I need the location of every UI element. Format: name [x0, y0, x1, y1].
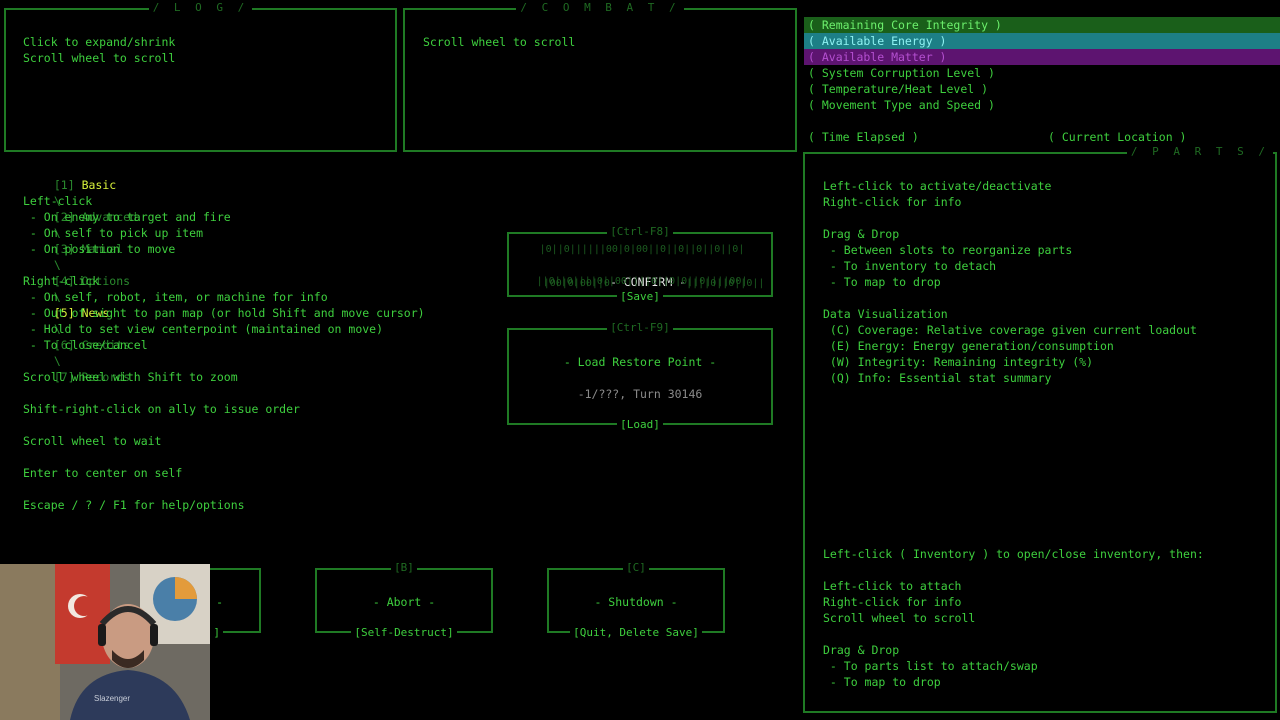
tab-basic[interactable]: [1] Basic [54, 178, 116, 192]
abort-label: - Abort - [372, 595, 436, 609]
parts-line: - To map to drop [823, 275, 941, 289]
help-content: Left-click - On enemy to target and fire… [23, 193, 425, 513]
parts-line: Drag & Drop [823, 227, 900, 241]
help-line [23, 417, 425, 433]
inventory-line: Left-click to attach [823, 579, 962, 593]
inventory-line: Scroll wheel to scroll [823, 611, 976, 625]
combat-title: / C O M B A T / [405, 1, 795, 15]
log-line-2: Scroll wheel to scroll [23, 51, 176, 65]
stat-available-matter[interactable]: ( Available Matter ) [804, 49, 1280, 65]
load-shortcut: [Ctrl-F9] [509, 321, 771, 335]
help-line [23, 353, 425, 369]
load-title: - Load Restore Point - [563, 355, 717, 369]
help-line: - To close/cancel [23, 338, 148, 352]
help-line: Left-click [23, 194, 93, 208]
parts-line: Right-click for info [823, 195, 962, 209]
parts-line: (Q) Info: Essential stat summary [823, 371, 1052, 385]
inventory-line: - To parts list to attach/swap [823, 659, 1038, 673]
shutdown-button[interactable]: [C] - Shutdown - [Quit, Delete Save] [547, 561, 725, 639]
help-line [23, 257, 425, 273]
stat-current-location[interactable]: ( Current Location ) [1048, 129, 1186, 145]
parts-line [823, 210, 1197, 226]
parts-line: Left-click to activate/deactivate [823, 179, 1052, 193]
parts-line: (E) Energy: Energy generation/consumptio… [823, 339, 1114, 353]
help-line: Right-click [23, 274, 100, 288]
save-shortcut: [Ctrl-F8] [509, 225, 771, 239]
combat-panel[interactable]: / C O M B A T / Scroll wheel to scroll [403, 1, 797, 152]
log-title: / L O G / [6, 1, 395, 15]
help-line [23, 385, 425, 401]
stat-time-elapsed[interactable]: ( Time Elapsed ) [808, 129, 919, 145]
parts-line [823, 290, 1197, 306]
save-label: [Save] [509, 290, 771, 304]
parts-line: - Between slots to reorganize parts [823, 243, 1073, 257]
inventory-line: Left-click ( Inventory ) to open/close i… [823, 547, 1204, 561]
webcam-shirt-text: Slazenger [94, 694, 131, 703]
inventory-line [823, 562, 1204, 578]
log-panel[interactable]: / L O G / Click to expand/shrink Scroll … [4, 1, 397, 152]
parts-line: Data Visualization [823, 307, 948, 321]
stat-movement[interactable]: ( Movement Type and Speed ) [804, 97, 1280, 113]
abort-shortcut: [B] [317, 561, 491, 575]
save-noise: ||0||0||||0||00||||0||0|0||0||||00| [536, 276, 748, 287]
help-line: - On self, robot, item, or machine for i… [23, 290, 328, 304]
help-line: - On position to move [23, 242, 176, 256]
help-line: Scroll wheel with Shift to zoom [23, 370, 238, 384]
help-line: Shift-right-click on ally to issue order [23, 402, 300, 416]
log-line-1: Click to expand/shrink [23, 35, 176, 49]
combat-line-1: Scroll wheel to scroll [423, 35, 576, 49]
abort-caption: [Self-Destruct] [317, 626, 491, 640]
partial-button-label: - [216, 595, 223, 609]
inventory-line: Drag & Drop [823, 643, 900, 657]
help-line [23, 449, 425, 465]
shutdown-label: - Shutdown - [594, 595, 678, 609]
help-line: - Out of sight to pan map (or hold Shift… [23, 306, 425, 320]
parts-line: (W) Integrity: Remaining integrity (%) [823, 355, 1094, 369]
parts-panel[interactable]: / P A R T S / Left-click to activate/dea… [803, 145, 1277, 713]
abort-button[interactable]: [B] - Abort - [Self-Destruct] [315, 561, 493, 639]
help-line: Enter to center on self [23, 466, 183, 480]
inventory-line: - To map to drop [823, 675, 941, 689]
help-line: Escape / ? / F1 for help/options [23, 498, 245, 512]
save-noise: |0||0||||||00|0|00||0||0||0||0||0| [539, 244, 745, 255]
shutdown-shortcut: [C] [549, 561, 723, 575]
inventory-line [823, 626, 1204, 642]
help-line: - Hold to set view centerpoint (maintain… [23, 322, 384, 336]
help-line: - On enemy to target and fire [23, 210, 231, 224]
parts-line: - To inventory to detach [823, 259, 997, 273]
load-info: -1/???, Turn 30146 [577, 387, 703, 401]
help-line: - On self to pick up item [23, 226, 204, 240]
help-line [23, 481, 425, 497]
parts-help: Left-click to activate/deactivate Right-… [823, 178, 1197, 386]
inventory-help: Left-click ( Inventory ) to open/close i… [823, 546, 1204, 690]
parts-title: / P A R T S / [805, 145, 1275, 159]
stat-core-integrity[interactable]: ( Remaining Core Integrity ) [804, 17, 1280, 33]
shutdown-caption: [Quit, Delete Save] [549, 626, 723, 640]
inventory-line: Right-click for info [823, 595, 962, 609]
parts-line: (C) Coverage: Relative coverage given cu… [823, 323, 1197, 337]
load-restore-point-button[interactable]: [Ctrl-F9] - Load Restore Point - -1/???,… [507, 321, 773, 431]
stat-corruption[interactable]: ( System Corruption Level ) [804, 65, 1280, 81]
load-label: [Load] [509, 418, 771, 432]
help-line: Scroll wheel to wait [23, 434, 162, 448]
save-button[interactable]: [Ctrl-F8] |0||0||||||00|0|00||0||0||0||0… [507, 225, 773, 303]
stat-heat[interactable]: ( Temperature/Heat Level ) [804, 81, 1280, 97]
stat-available-energy[interactable]: ( Available Energy ) [804, 33, 1280, 49]
webcam-overlay: Slazenger [0, 564, 210, 720]
